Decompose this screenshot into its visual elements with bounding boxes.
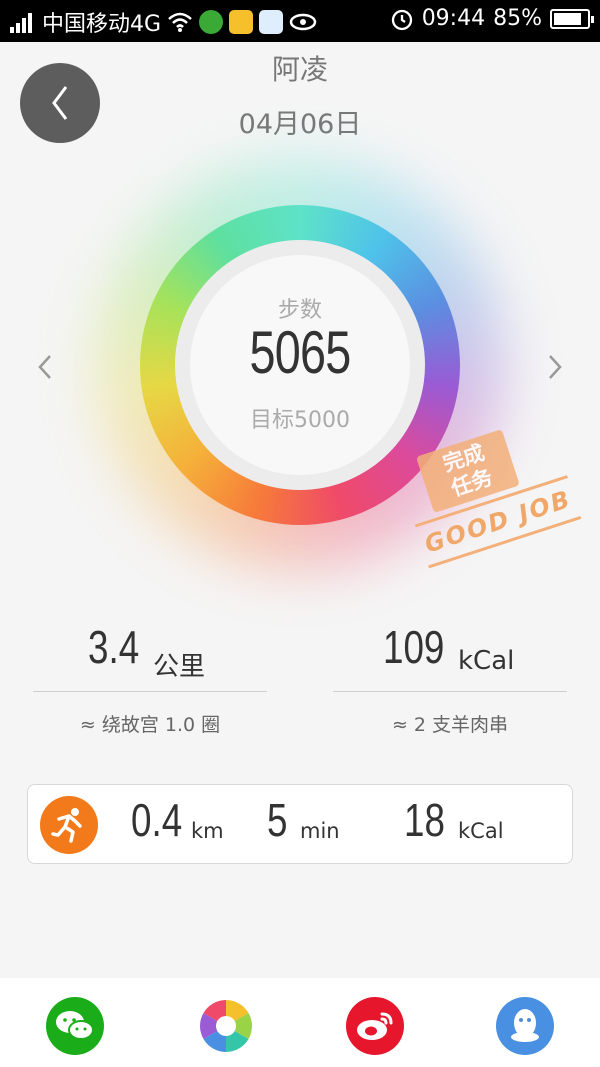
calories-divider <box>333 691 567 692</box>
share-bar <box>0 978 600 1067</box>
wechat-icon <box>56 1011 94 1040</box>
page-title: 阿凌 <box>271 53 328 86</box>
activity-distance-value: 0.4 <box>131 794 183 846</box>
battery-icon <box>550 8 594 29</box>
calories-value: 109 <box>383 621 445 673</box>
distance-value: 3.4 <box>88 621 140 673</box>
app-game-icon <box>229 10 254 34</box>
status-bar: 中国移动4G 09:44 85% <box>0 0 600 42</box>
activity-duration-unit: min <box>300 819 340 843</box>
next-day-arrow-icon[interactable] <box>544 350 568 384</box>
status-bar-right: 09:44 85% <box>390 6 594 31</box>
calories-unit: kCal <box>458 646 515 676</box>
signal-icon <box>10 11 32 33</box>
activity-calories-value: 18 <box>404 794 445 846</box>
app-flv-icon <box>259 10 284 34</box>
moments-share-button[interactable] <box>197 997 255 1055</box>
app-green-icon <box>199 10 224 34</box>
date-label: 04月06日 <box>238 109 362 140</box>
previous-day-arrow-icon[interactable] <box>32 350 56 384</box>
battery-percent-label: 85% <box>493 6 542 31</box>
runner-figure <box>51 808 82 843</box>
activity-card[interactable]: 0.4 km 5 min 18 kCal <box>27 784 573 864</box>
carrier-label: 中国移动4G <box>42 12 162 37</box>
steps-goal: 目标5000 <box>250 408 350 433</box>
distance-unit: 公里 <box>153 652 206 682</box>
running-icon <box>40 796 98 854</box>
clock-label: 09:44 <box>421 6 486 31</box>
qq-icon <box>511 1009 539 1042</box>
activity-duration-value: 5 <box>267 794 288 846</box>
distance-divider <box>33 691 267 692</box>
weibo-share-button[interactable] <box>346 997 404 1055</box>
weibo-icon <box>357 1012 393 1040</box>
distance-note: ≈ 绕故宫 1.0 圈 <box>79 714 221 736</box>
activity-calories-unit: kCal <box>458 819 504 843</box>
wifi-icon <box>168 12 192 32</box>
alarm-icon <box>391 9 412 30</box>
status-bar-left: 中国移动4G <box>10 6 317 38</box>
wechat-share-button[interactable] <box>46 997 104 1055</box>
steps-value: 5065 <box>249 319 351 386</box>
moments-icon <box>200 1000 252 1052</box>
activity-distance-unit: km <box>191 819 224 843</box>
calories-note: ≈ 2 支羊肉串 <box>391 714 509 736</box>
qq-share-button[interactable] <box>496 997 554 1055</box>
app-eye-icon <box>289 13 317 31</box>
